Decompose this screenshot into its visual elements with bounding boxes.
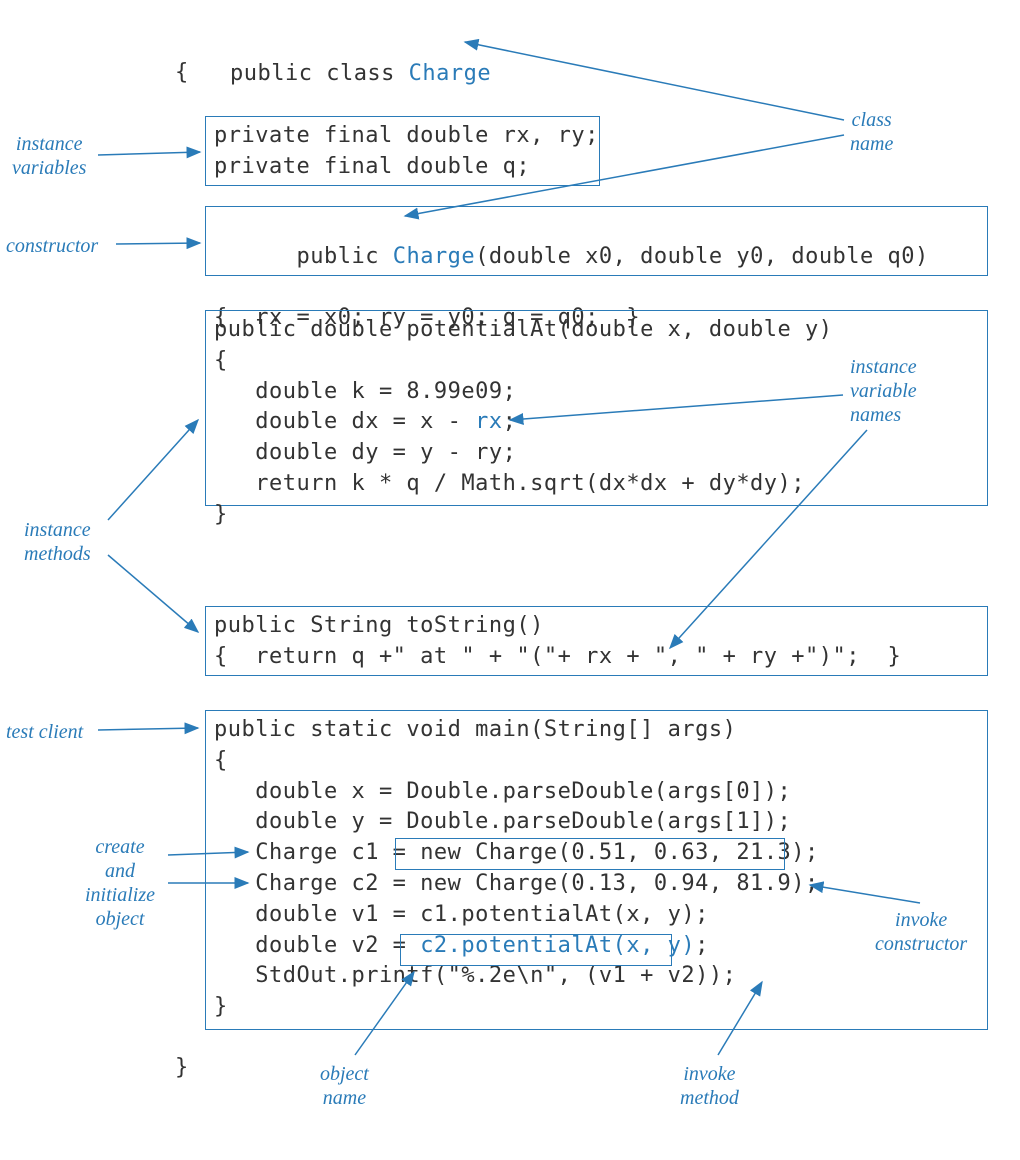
instance-vars-line2: private final double q; — [214, 152, 591, 183]
instance-vars-line1: private final double rx, ry; — [214, 121, 591, 152]
label-object-name: objectname — [320, 1062, 369, 1110]
main-line3a: Charge c1 = — [214, 840, 420, 865]
arrow-test-client — [98, 728, 198, 730]
label-instance-variables: instancevariables — [12, 132, 86, 180]
main-line4: Charge c2 = new Charge(0.13, 0.94, 81.9)… — [214, 869, 979, 900]
method1-sig: public double potentialAt(double x, doub… — [214, 315, 979, 346]
arrow-instance-variables — [98, 152, 200, 155]
method1-line3: double dy = y - ry; — [214, 438, 979, 469]
method2-body: { return q +" at " + "("+ rx + ", " + ry… — [214, 642, 979, 673]
constructor-pre: public — [296, 244, 392, 269]
main-line6a: double v2 = — [214, 933, 420, 958]
arrow-class-name-1 — [465, 42, 844, 120]
main-line2: double y = Double.parseDouble(args[1]); — [214, 807, 979, 838]
method1-line4: return k * q / Math.sqrt(dx*dx + dy*dy); — [214, 469, 979, 500]
main-line5: double v1 = c1.potentialAt(x, y); — [214, 900, 979, 931]
method2-sig: public String toString() — [214, 611, 979, 642]
constructor-name: Charge — [393, 244, 475, 269]
method1-line2a: double dx = x - — [214, 409, 475, 434]
constructor-sig: public Charge(double x0, double y0, doub… — [214, 211, 979, 303]
label-class-name: classname — [850, 108, 893, 156]
arrow-constructor — [116, 243, 200, 244]
arrow-instance-methods-2 — [108, 555, 198, 632]
main-line1: double x = Double.parseDouble(args[0]); — [214, 777, 979, 808]
label-test-client: test client — [6, 720, 83, 744]
label-invoke-method: invokemethod — [680, 1062, 739, 1110]
class-name-text: Charge — [409, 61, 491, 86]
label-create-init-object: createandinitializeobject — [85, 835, 155, 931]
main-sig: public static void main(String[] args) — [214, 715, 979, 746]
open-brace: { — [175, 58, 189, 89]
label-invoke-constructor: invokeconstructor — [875, 908, 967, 956]
constructor-post: (double x0, double y0, double q0) — [475, 244, 929, 269]
method1-close: } — [214, 500, 979, 531]
method-invoke-box — [400, 934, 672, 966]
main-line6c: ; — [695, 933, 709, 958]
method2-box: public String toString() { return q +" a… — [205, 606, 988, 676]
method1-line2b: ; — [503, 409, 517, 434]
create-obj1-box — [395, 838, 785, 870]
class-keyword: public class — [230, 61, 409, 86]
close-brace: } — [175, 1053, 189, 1084]
constructor-box: public Charge(double x0, double y0, doub… — [205, 206, 988, 276]
label-constructor: constructor — [6, 234, 98, 258]
main-box: public static void main(String[] args) {… — [205, 710, 988, 1030]
class-decl: public class Charge — [175, 28, 491, 120]
label-instance-variable-names: instancevariablenames — [850, 355, 917, 427]
label-instance-methods: instancemethods — [24, 518, 91, 566]
main-close: } — [214, 992, 979, 1023]
main-open: { — [214, 746, 979, 777]
rx-highlight: rx — [475, 409, 503, 434]
arrow-instance-methods-1 — [108, 420, 198, 520]
instance-vars-box: private final double rx, ry; private fin… — [205, 116, 600, 186]
